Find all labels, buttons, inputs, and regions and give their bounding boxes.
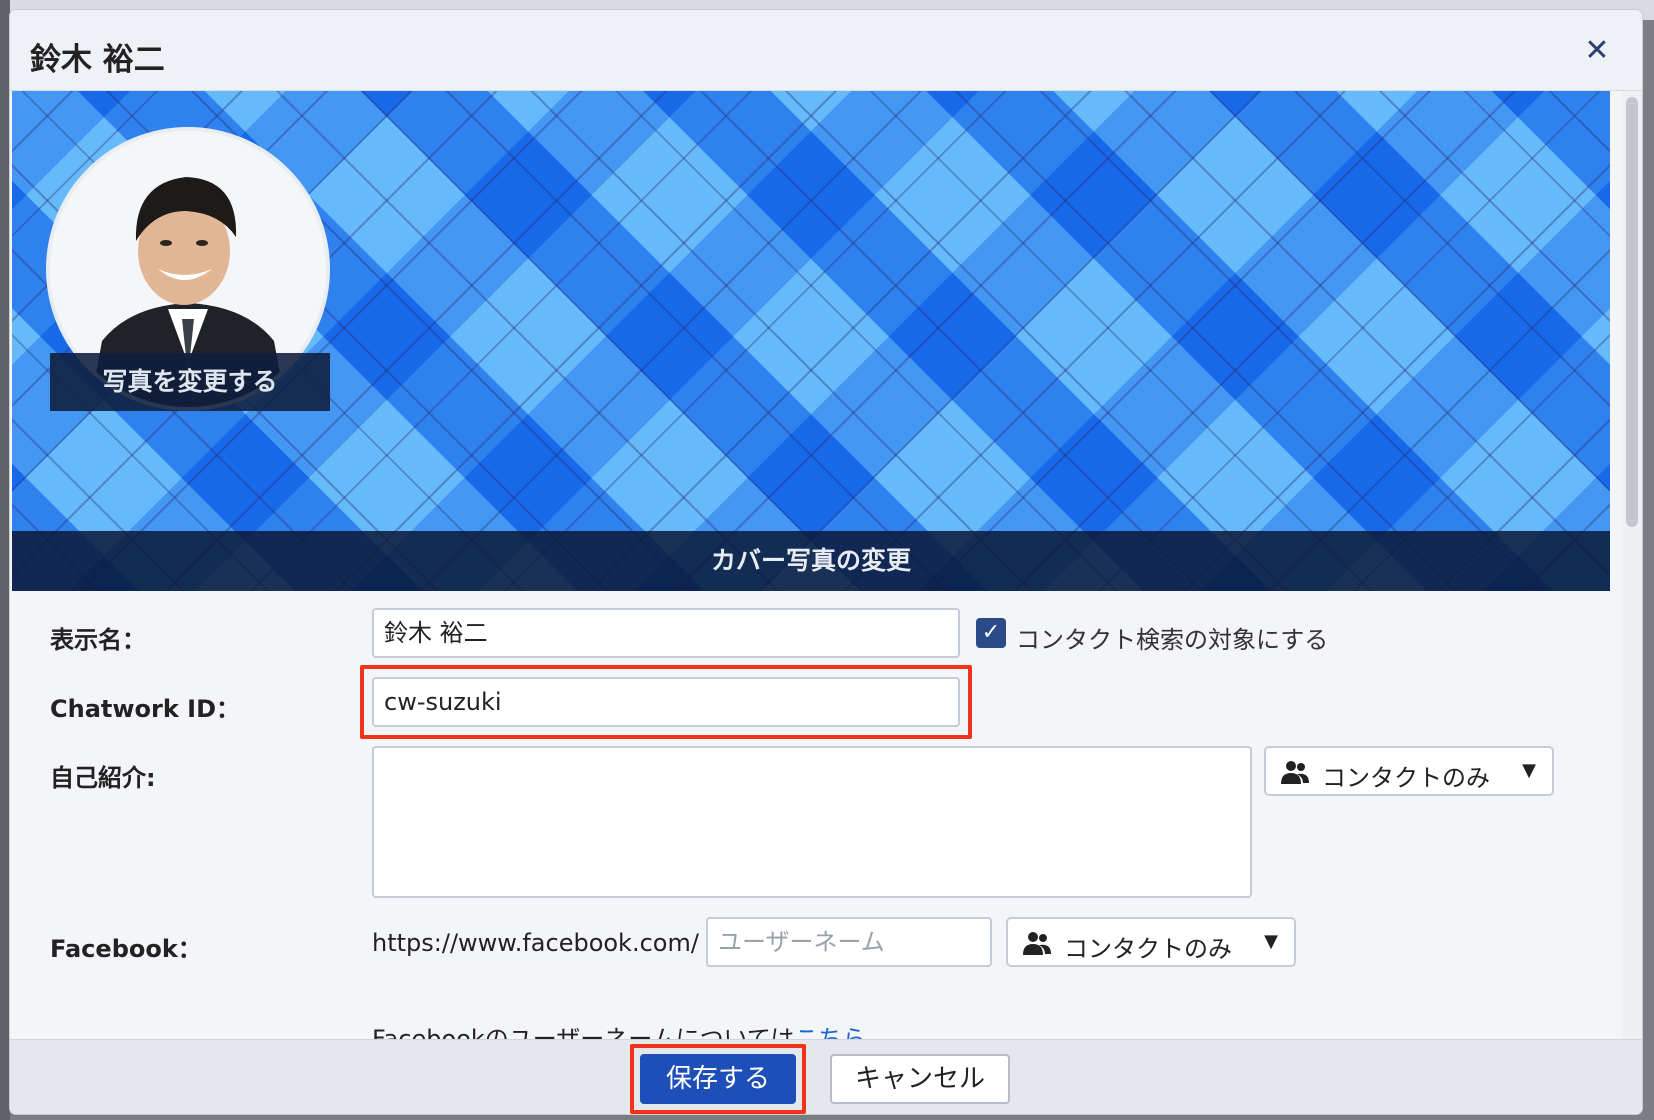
change-photo-button[interactable]: 写真を変更する [50, 353, 330, 411]
chevron-down-icon: ▼ [1264, 931, 1278, 952]
facebook-url-prefix: https://www.facebook.com/ [372, 929, 699, 957]
profile-edit-dialog: 鈴木 裕二 ✕ カバー写真の変更 写真を変更する 表示名： 鈴木 裕二 ✓ コン [10, 10, 1642, 1114]
chevron-down-icon: ▼ [1522, 760, 1536, 781]
dialog-title: 鈴木 裕二 [30, 42, 165, 78]
self-intro-visibility-value: コンタクトのみ [1322, 764, 1490, 792]
contact-search-checkbox[interactable]: ✓ [976, 618, 1006, 648]
chatwork-id-highlight [360, 665, 972, 739]
facebook-username-field[interactable]: ユーザーネーム [706, 917, 992, 967]
display-name-field[interactable]: 鈴木 裕二 [372, 608, 960, 658]
facebook-help-link[interactable]: こちら [794, 1025, 866, 1039]
facebook-note-text: Facebookのユーザーネームについては [372, 1025, 795, 1039]
scrollbar[interactable] [1622, 91, 1642, 1039]
display-name-label: 表示名： [50, 626, 146, 654]
contacts-icon [1023, 932, 1051, 955]
self-intro-visibility-select[interactable]: コンタクトのみ ▼ [1264, 746, 1554, 796]
cancel-button[interactable]: キャンセル [830, 1054, 1010, 1104]
dialog-header: 鈴木 裕二 ✕ [10, 10, 1642, 91]
contact-search-label: コンタクト検索の対象にする [1016, 626, 1329, 654]
facebook-label: Facebook： [50, 935, 202, 963]
self-intro-label: 自己紹介: [50, 764, 156, 792]
change-cover-button[interactable]: カバー写真の変更 [12, 531, 1610, 591]
save-button-highlight [630, 1044, 806, 1114]
dialog-content: カバー写真の変更 写真を変更する 表示名： 鈴木 裕二 ✓ コンタクト検索の対象… [10, 91, 1642, 1039]
facebook-note: Facebookのユーザーネームについてはこちら [372, 1019, 866, 1039]
dialog-footer: 保存する キャンセル [10, 1039, 1642, 1114]
facebook-username-placeholder: ユーザーネーム [718, 928, 885, 956]
self-intro-textarea[interactable] [372, 746, 1252, 898]
background-left-edge [0, 0, 10, 1120]
facebook-visibility-value: コンタクトのみ [1064, 935, 1232, 963]
facebook-visibility-select[interactable]: コンタクトのみ ▼ [1006, 917, 1296, 967]
chatwork-id-label: Chatwork ID： [50, 695, 241, 723]
scrollbar-thumb[interactable] [1626, 97, 1638, 527]
close-icon[interactable]: ✕ [1580, 34, 1614, 68]
contacts-icon [1281, 761, 1309, 784]
